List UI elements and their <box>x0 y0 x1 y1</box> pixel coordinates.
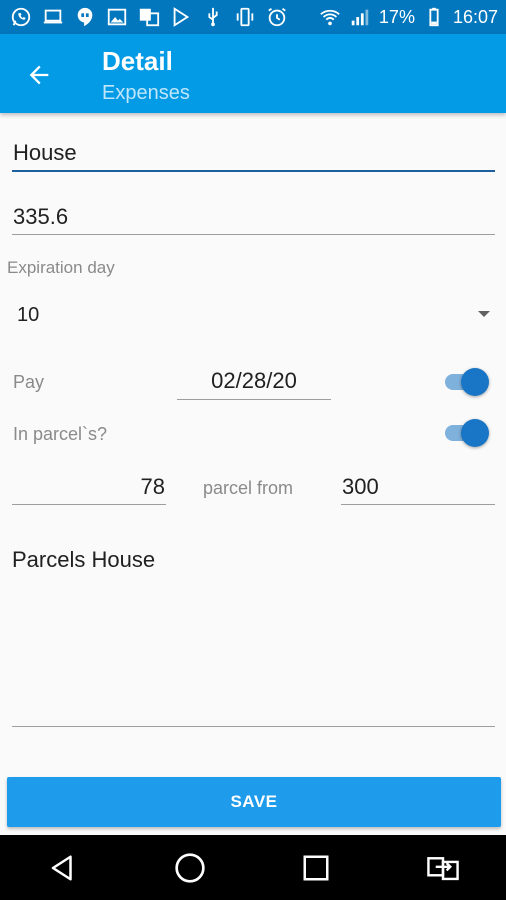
play-store-icon <box>170 6 192 28</box>
battery-icon <box>423 6 445 28</box>
in-parcels-toggle[interactable] <box>443 416 491 448</box>
pay-toggle-thumb <box>461 368 489 396</box>
vibrate-icon <box>234 6 256 28</box>
in-parcels-toggle-thumb <box>461 419 489 447</box>
save-button[interactable]: SAVE <box>7 777 501 827</box>
notes-field-underline <box>12 726 495 727</box>
nav-recents-button[interactable] <box>291 843 341 893</box>
status-bar: 17% 16:07 <box>0 0 506 34</box>
pay-label: Pay <box>13 372 45 392</box>
parcel-current-underline <box>12 504 166 505</box>
notification-icons <box>10 6 288 28</box>
name-field[interactable] <box>13 138 493 168</box>
in-parcels-label: In parcel`s? <box>13 424 108 444</box>
triangle-back-icon <box>52 855 72 880</box>
image-icon <box>106 6 128 28</box>
translate-icon <box>138 6 160 28</box>
pay-toggle[interactable] <box>443 365 491 397</box>
expiration-day-select[interactable]: 10 <box>7 296 497 332</box>
parcel-total-field[interactable] <box>342 472 494 502</box>
app-bar: Detail Expenses <box>0 34 506 113</box>
parcel-total-underline <box>341 504 495 505</box>
chevron-down-icon <box>478 311 490 317</box>
expiration-day-value: 10 <box>17 304 40 326</box>
whatsapp-icon <box>10 6 32 28</box>
amount-field[interactable] <box>13 202 493 232</box>
nav-home-button[interactable] <box>165 843 215 893</box>
page-subtitle: Expenses <box>102 82 190 104</box>
wifi-icon <box>319 6 341 28</box>
battery-percent: 17% <box>378 6 415 27</box>
clock: 16:07 <box>452 6 498 27</box>
pay-date-field[interactable] <box>178 366 330 396</box>
alarm-icon <box>266 6 288 28</box>
nav-back-button[interactable] <box>38 843 88 893</box>
hangouts-icon <box>74 6 96 28</box>
signal-icon <box>349 6 371 28</box>
circle-home-icon <box>175 852 205 883</box>
square-recents-icon <box>303 855 329 880</box>
parcel-current-field[interactable] <box>13 472 165 502</box>
navigation-bar <box>0 835 506 900</box>
back-button[interactable] <box>22 58 56 92</box>
laptop-icon <box>42 6 64 28</box>
amount-field-underline <box>12 234 495 235</box>
parcel-from-label: parcel from <box>203 478 294 498</box>
nav-switch-app-button[interactable] <box>418 843 468 893</box>
page-title: Detail <box>102 46 173 76</box>
arrow-back-icon <box>29 65 49 85</box>
usb-icon <box>202 6 224 28</box>
expiration-day-label: Expiration day <box>7 258 115 277</box>
notes-field[interactable]: Parcels House <box>12 545 494 721</box>
switch-app-icon <box>426 856 459 880</box>
pay-date-underline <box>177 399 331 400</box>
name-field-underline <box>12 170 495 172</box>
status-indicators: 17% 16:07 <box>319 6 498 28</box>
